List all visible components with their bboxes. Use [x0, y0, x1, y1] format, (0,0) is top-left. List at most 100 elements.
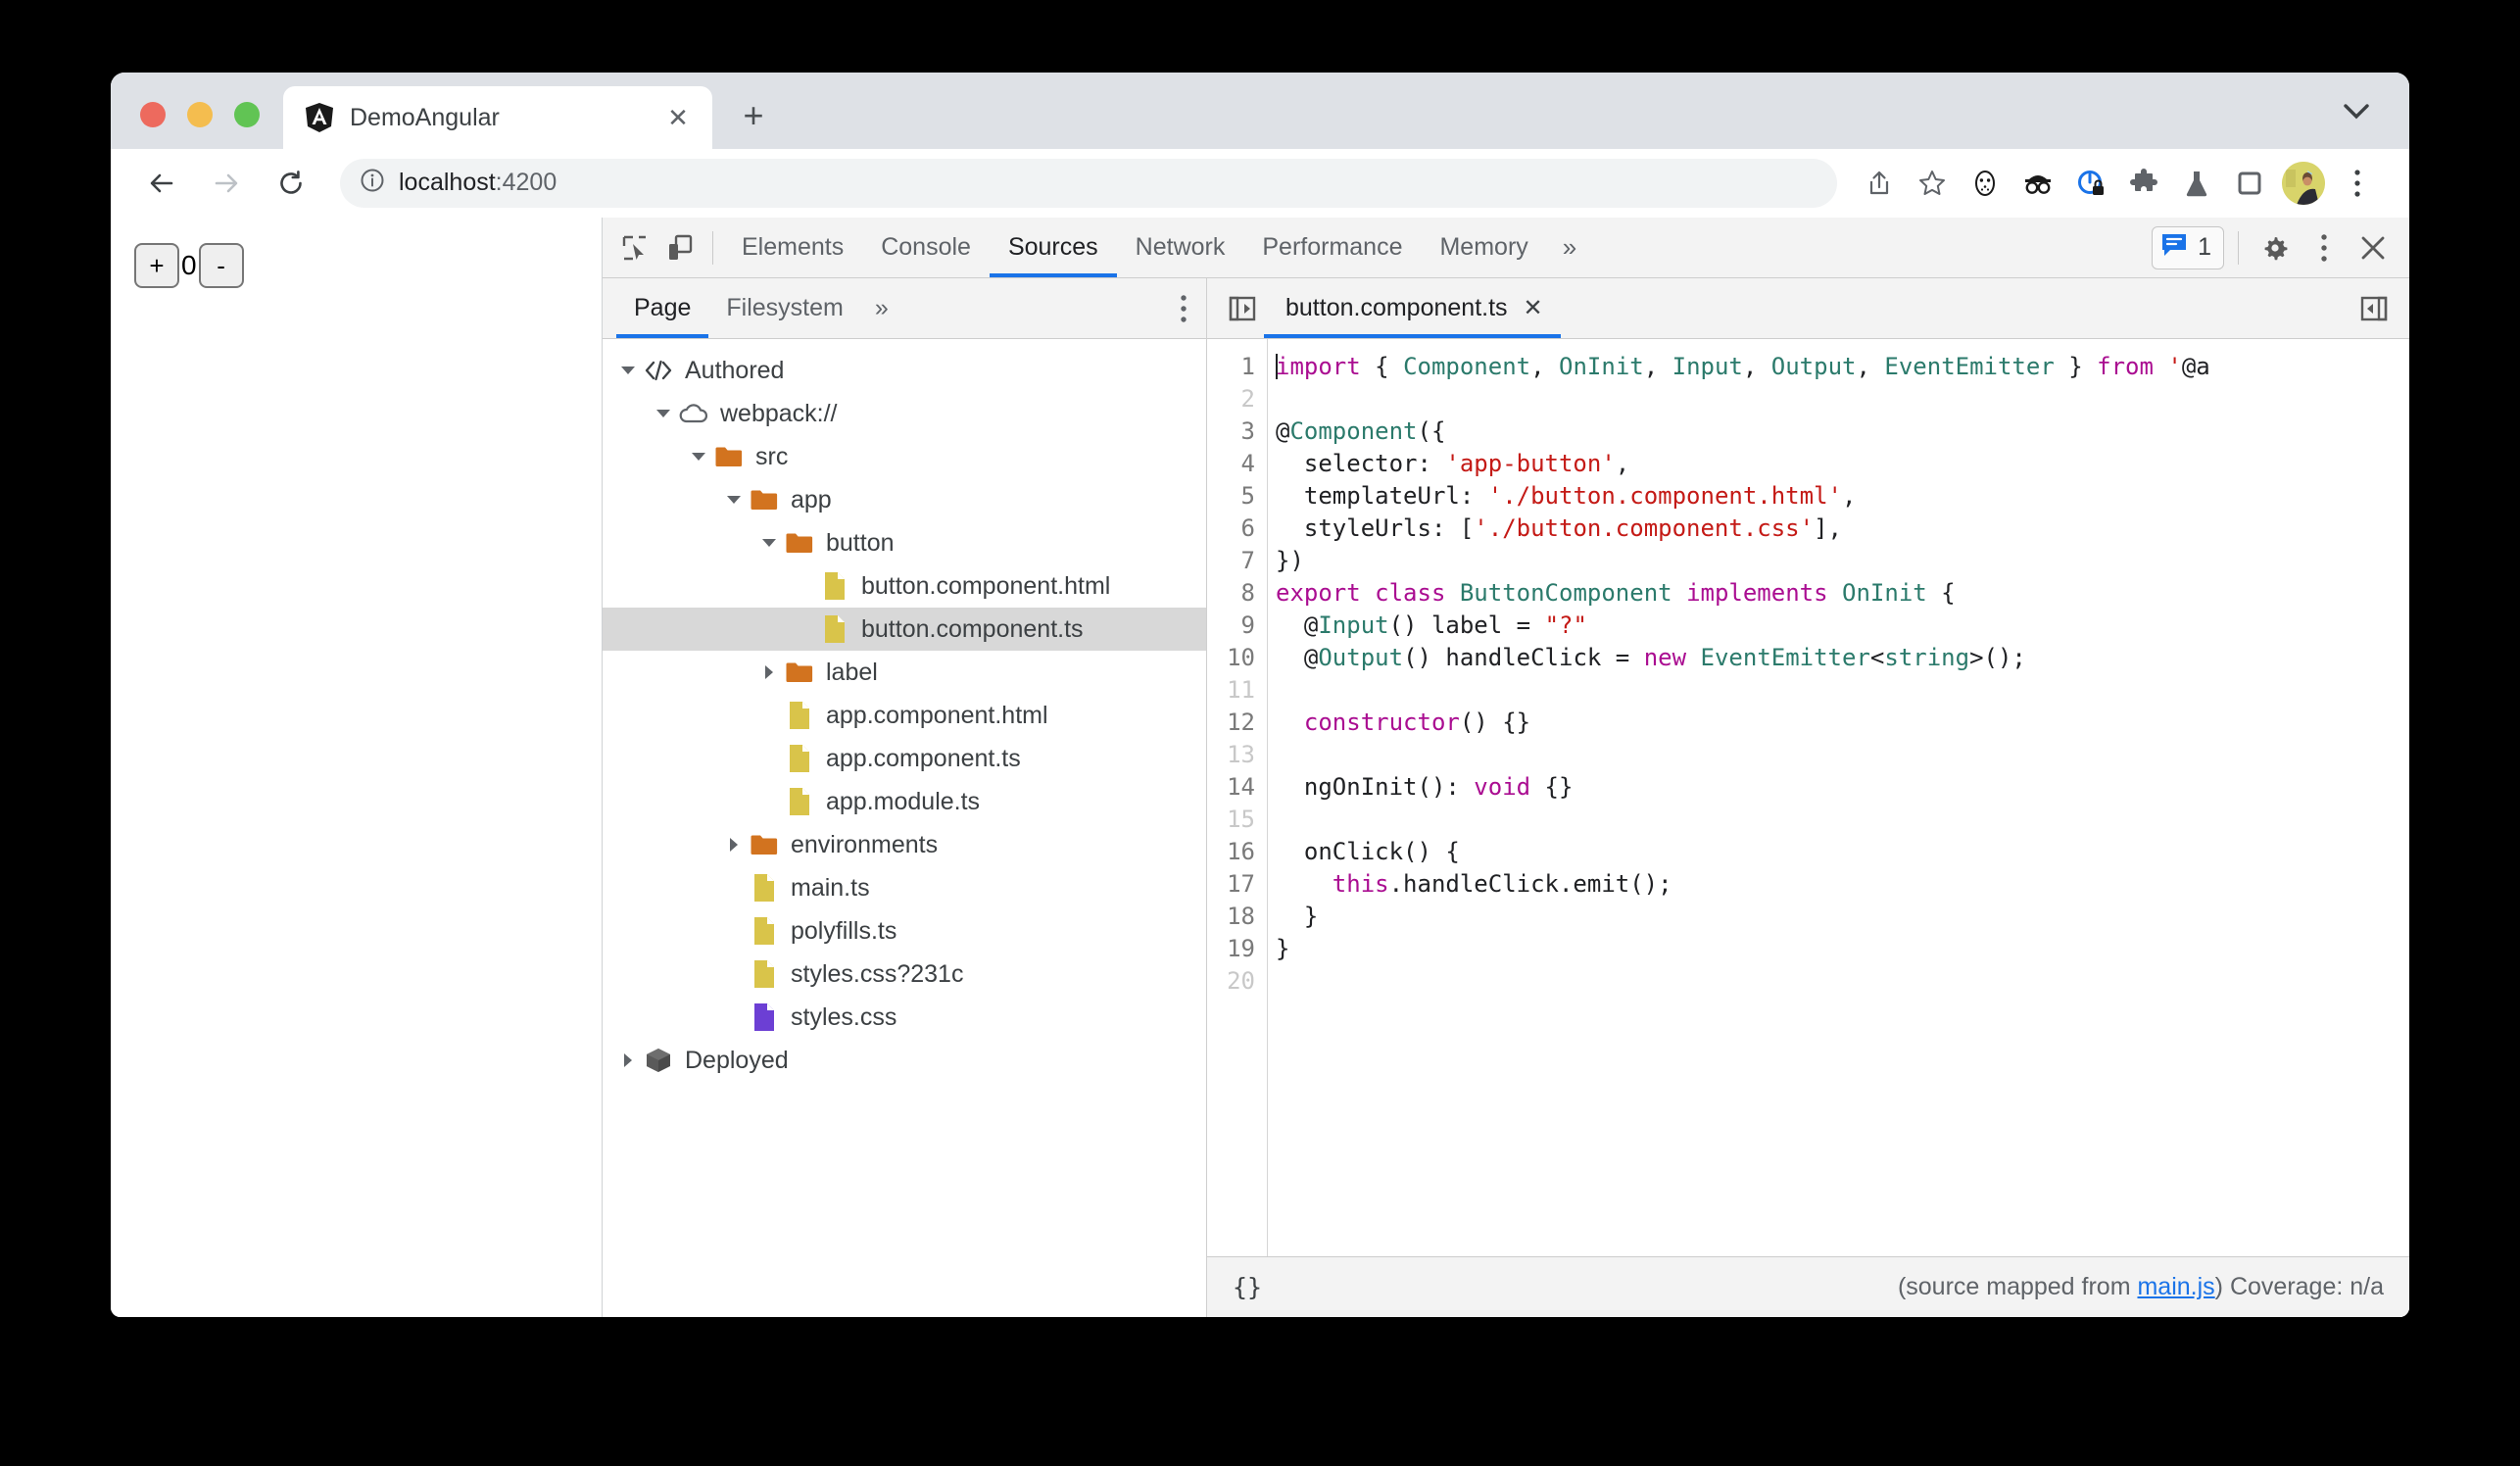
code-editor[interactable]: 1 2 3 4 5 6 7 8 9 10 11 12 13 14 15 16 17 18 19 20 import {… [1207, 339, 2409, 1256]
caret-down-icon[interactable] [685, 451, 712, 463]
caret-right-icon[interactable] [614, 1052, 642, 1068]
tree-item[interactable]: button.component.html [603, 564, 1206, 608]
device-toolbar-icon[interactable] [657, 225, 703, 270]
console-message-badge[interactable]: 1 [2152, 225, 2224, 269]
line-number: 15 [1227, 806, 1255, 833]
tree-item[interactable]: app.component.ts [603, 737, 1206, 780]
navigator-tab-page[interactable]: Page [616, 278, 709, 338]
tree-item[interactable]: Authored [603, 349, 1206, 392]
mask-extension-icon[interactable] [1959, 158, 2011, 209]
tree-item[interactable]: main.ts [603, 866, 1206, 909]
chevron-down-icon[interactable] [2337, 92, 2376, 131]
tree-item[interactable]: styles.css?231c [603, 953, 1206, 996]
three-dot-menu-icon[interactable] [1179, 293, 1188, 324]
flask-experiments-icon[interactable] [2170, 158, 2223, 209]
extensions-puzzle-icon[interactable] [2117, 158, 2170, 209]
back-button[interactable] [136, 158, 187, 209]
tree-item[interactable]: polyfills.ts [603, 909, 1206, 953]
pretty-print-button[interactable]: {} [1233, 1273, 1262, 1301]
close-icon[interactable] [2350, 225, 2396, 270]
tree-item[interactable]: label [603, 651, 1206, 694]
maximize-window-button[interactable] [234, 102, 260, 127]
info-circle-icon[interactable] [360, 168, 385, 198]
devtools-tab-list: Elements Console Sources Network Perform… [723, 218, 1592, 277]
line-number: 10 [1227, 644, 1255, 671]
tab-performance[interactable]: Performance [1243, 218, 1421, 277]
caret-right-icon[interactable] [720, 837, 748, 853]
incognito-glasses-extension-icon[interactable] [2011, 158, 2064, 209]
line-number: 8 [1240, 579, 1255, 607]
code-brackets-icon [642, 360, 675, 381]
three-dot-menu-icon[interactable] [2302, 225, 2347, 270]
caret-right-icon[interactable] [755, 664, 783, 680]
minimize-window-button[interactable] [187, 102, 213, 127]
open-file-tab[interactable]: button.component.ts ✕ [1264, 278, 1561, 338]
more-navigator-tabs-icon[interactable]: » [861, 294, 902, 322]
source-map-link[interactable]: main.js [2137, 1273, 2214, 1300]
tree-item[interactable]: app.module.ts [603, 780, 1206, 823]
tree-item[interactable]: environments [603, 823, 1206, 866]
tab-sources[interactable]: Sources [989, 218, 1117, 277]
tree-item[interactable]: src [603, 435, 1206, 478]
gear-icon[interactable] [2253, 225, 2298, 270]
close-icon[interactable]: ✕ [1524, 294, 1543, 322]
tab-memory[interactable]: Memory [1421, 218, 1546, 277]
caret-down-icon[interactable] [614, 365, 642, 376]
code-line: selector: 'app-button', [1276, 450, 1630, 477]
tree-item[interactable]: button.component.ts [603, 608, 1206, 651]
tree-item-label: button.component.html [861, 571, 1111, 600]
side-panel-icon[interactable] [2223, 158, 2276, 209]
caret-down-icon[interactable] [755, 537, 783, 549]
navigator-tab-filesystem[interactable]: Filesystem [708, 278, 860, 338]
three-dot-menu-icon[interactable] [2331, 158, 2384, 209]
tab-elements[interactable]: Elements [723, 218, 862, 277]
increment-button[interactable]: + [134, 243, 179, 288]
tree-item[interactable]: webpack:// [603, 392, 1206, 435]
profile-avatar[interactable] [2282, 161, 2325, 205]
share-icon[interactable] [1853, 158, 1906, 209]
tab-network[interactable]: Network [1117, 218, 1244, 277]
tab-strip: DemoAngular ✕ + [111, 73, 2409, 149]
devtools-header-actions: 1 [2152, 225, 2396, 270]
tree-item-label: polyfills.ts [791, 916, 897, 945]
more-tabs-icon[interactable]: » [1547, 218, 1592, 277]
bookmark-star-icon[interactable] [1906, 158, 1959, 209]
close-window-button[interactable] [140, 102, 166, 127]
tab-console[interactable]: Console [862, 218, 990, 277]
inspect-element-icon[interactable] [612, 225, 657, 270]
show-navigator-icon[interactable] [1221, 289, 1264, 328]
browser-tab[interactable]: DemoAngular ✕ [283, 86, 712, 149]
tree-item-label: button.component.ts [861, 614, 1084, 643]
show-debugger-icon[interactable] [2352, 289, 2396, 328]
devtools-header: Elements Console Sources Network Perform… [603, 218, 2409, 278]
reload-button[interactable] [266, 158, 316, 209]
file-yellow-icon [748, 959, 781, 989]
source-status-bar: {} (source mapped from main.js) Coverage… [1207, 1256, 2409, 1317]
page-viewport: + 0 - [111, 218, 603, 1317]
navigator-header: Page Filesystem » [603, 278, 1206, 339]
code-line: this.handleClick.emit(); [1332, 870, 1672, 898]
devtools-body: Page Filesystem » Authored webpack://src a… [603, 278, 2409, 1317]
new-tab-button[interactable]: + [728, 90, 779, 141]
close-icon[interactable]: ✕ [661, 101, 695, 134]
forward-button[interactable] [201, 158, 252, 209]
tree-item[interactable]: Deployed [603, 1039, 1206, 1082]
tree-item[interactable]: button [603, 521, 1206, 564]
tree-item[interactable]: app [603, 478, 1206, 521]
tree-item[interactable]: app.component.html [603, 694, 1206, 737]
caret-down-icon[interactable] [720, 494, 748, 506]
code-line: styleUrls: ['./button.component.css'], [1276, 514, 1842, 542]
decrement-button[interactable]: - [198, 243, 244, 288]
code-content[interactable]: import { Component, OnInit, Input, Outpu… [1268, 339, 2409, 1256]
tree-item[interactable]: styles.css [603, 996, 1206, 1039]
tree-item-label: webpack:// [720, 399, 838, 427]
caret-down-icon[interactable] [650, 408, 677, 419]
privacy-lock-extension-icon[interactable] [2064, 158, 2117, 209]
tree-item-label: app.component.html [826, 701, 1048, 729]
tree-item-label: Authored [685, 356, 785, 384]
address-bar[interactable]: localhost:4200 [340, 158, 1837, 208]
